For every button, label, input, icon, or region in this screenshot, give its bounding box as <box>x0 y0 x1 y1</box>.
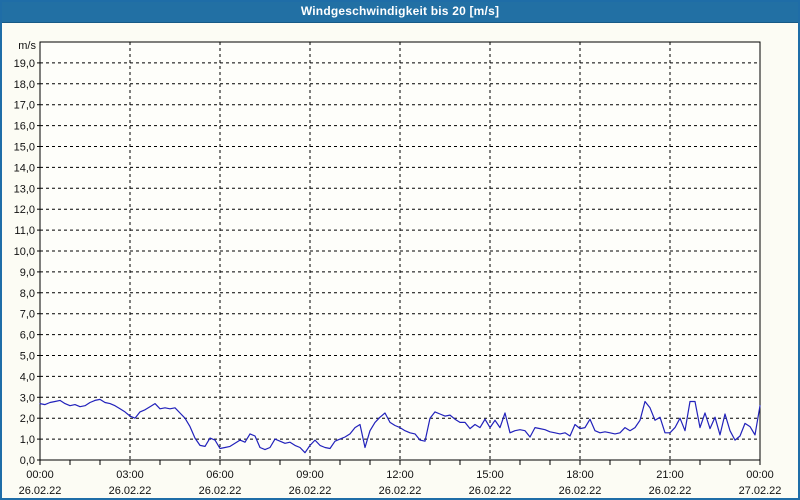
wind-speed-chart: 0,0 1,0 2,0 3,0 4,0 5,0 6,0 7,0 8,0 9,0 10,0 11,0 12… <box>14 40 782 497</box>
x-axis-date-label: 26.02.22 <box>289 485 332 497</box>
y-axis-label: 14,0 <box>14 162 35 174</box>
x-axis-time-label: 00:00 <box>746 469 774 481</box>
y-axis-label: 8,0 <box>20 288 35 300</box>
x-axis-time-label: 00:00 <box>26 469 54 481</box>
x-axis-date-label: 26.02.22 <box>469 485 512 497</box>
x-axis-date-label: 27.02.22 <box>739 485 782 497</box>
x-axis-date-label: 26.02.22 <box>199 485 242 497</box>
y-axis-label: 1,0 <box>20 434 35 446</box>
x-axis-time-label: 03:00 <box>116 469 144 481</box>
x-axis-date-label: 26.02.22 <box>559 485 602 497</box>
x-axis-time-label: 21:00 <box>656 469 684 481</box>
y-axis-label: 11,0 <box>14 225 35 237</box>
y-axis-label: 10,0 <box>14 246 35 258</box>
y-axis-label: 2,0 <box>20 413 35 425</box>
x-axis-time-label: 18:00 <box>566 469 594 481</box>
x-axis-date-label: 26.02.22 <box>649 485 692 497</box>
x-axis-time-label: 12:00 <box>386 469 414 481</box>
y-axis-label: 4,0 <box>20 371 35 383</box>
y-axis-label: 9,0 <box>20 267 35 279</box>
y-axis-label: 13,0 <box>14 183 35 195</box>
y-axis-label: 0,0 <box>20 455 35 467</box>
x-axis-date-label: 26.02.22 <box>109 485 152 497</box>
x-axis-time-label: 09:00 <box>296 469 324 481</box>
x-axis-time-label: 06:00 <box>206 469 234 481</box>
title-bar: Windgeschwindigkeit bis 20 [m/s] <box>0 0 800 23</box>
y-axis-label: 3,0 <box>20 392 35 404</box>
x-axis-time-label: 15:00 <box>476 469 504 481</box>
y-axis-label: 16,0 <box>14 121 35 133</box>
y-axis-label: 7,0 <box>20 309 35 321</box>
y-axis-unit-label: m/s <box>18 40 36 52</box>
y-axis-label: 19,0 <box>14 58 35 70</box>
y-axis-label: 17,0 <box>14 100 35 112</box>
x-axis-date-label: 26.02.22 <box>379 485 422 497</box>
y-axis-label: 5,0 <box>20 351 35 363</box>
y-axis-label: 12,0 <box>14 204 35 216</box>
y-axis-label: 18,0 <box>14 79 35 91</box>
x-axis-date-label: 26.02.22 <box>19 485 62 497</box>
y-axis-label: 6,0 <box>20 330 35 342</box>
y-axis-label: 15,0 <box>14 142 35 154</box>
app-window: Windgeschwindigkeit bis 20 [m/s] 0,0 1,0 2… <box>0 0 800 500</box>
window-title: Windgeschwindigkeit bis 20 [m/s] <box>300 4 500 18</box>
